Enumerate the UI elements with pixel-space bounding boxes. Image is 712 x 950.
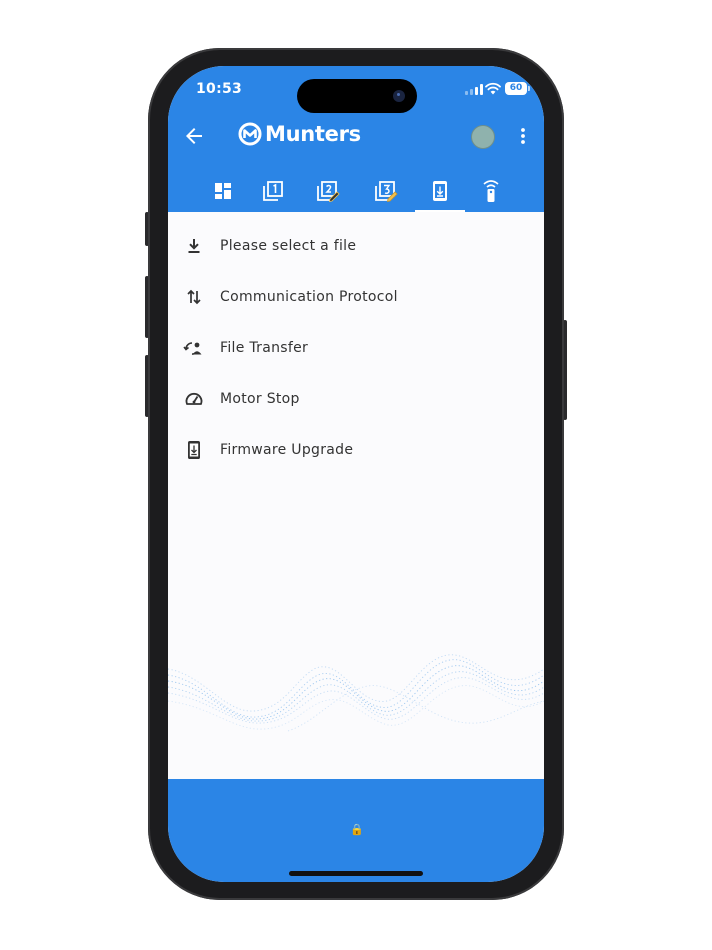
list-item-select-file[interactable]: Please select a file [168, 220, 544, 271]
wave-decoration [168, 654, 544, 732]
page-one-icon [263, 181, 283, 201]
app-header: 10:53 60 Munters [168, 66, 544, 212]
page-edit-icon [375, 181, 398, 202]
phone-download-icon [183, 439, 205, 461]
dashboard-icon [215, 183, 231, 199]
list-item-label: Please select a file [220, 237, 357, 254]
list-item-label: Communication Protocol [220, 288, 398, 305]
device-download-icon [433, 181, 447, 201]
status-time: 10:53 [196, 81, 243, 97]
swap-vert-icon [183, 286, 205, 308]
tab-dashboard[interactable] [198, 170, 248, 212]
dynamic-island [297, 79, 417, 113]
remote-control-icon [483, 180, 499, 202]
tab-remote-control[interactable] [466, 170, 516, 212]
list-item-motor-stop[interactable]: Motor Stop [168, 373, 544, 424]
battery-icon: 60 [505, 82, 530, 95]
brand-logo: Munters [238, 122, 361, 146]
lock-icon[interactable]: 🔒 [350, 823, 364, 836]
tab-page-one[interactable] [248, 170, 298, 212]
download-icon [183, 235, 205, 257]
munters-logo-icon [238, 122, 262, 146]
signal-icon [465, 84, 483, 95]
tab-page-edit[interactable] [361, 170, 411, 212]
list-item-label: Firmware Upgrade [220, 441, 354, 458]
tab-device-download[interactable] [415, 170, 465, 212]
wifi-icon [485, 82, 501, 95]
camera-icon [393, 90, 405, 102]
home-indicator[interactable] [289, 871, 423, 876]
speedometer-icon [183, 388, 205, 410]
list-item-label: Motor Stop [220, 390, 300, 407]
tab-page-two-edit[interactable] [303, 170, 353, 212]
screen: 10:53 60 Munters Please select a file Co… [168, 66, 544, 882]
list-item-communication-protocol[interactable]: Communication Protocol [168, 271, 544, 322]
brand-name: Munters [265, 122, 361, 146]
file-transfer-icon [183, 337, 205, 359]
list-item-firmware-upgrade[interactable]: Firmware Upgrade [168, 424, 544, 475]
page-two-edit-icon [317, 181, 340, 202]
list-item-label: File Transfer [220, 339, 309, 356]
connection-status-indicator[interactable] [471, 125, 495, 149]
more-vert-icon[interactable] [513, 126, 533, 146]
battery-level: 60 [509, 83, 523, 93]
list-item-file-transfer[interactable]: File Transfer [168, 322, 544, 373]
back-arrow-icon[interactable] [182, 124, 206, 148]
footer-bar: 🔒 [168, 779, 544, 882]
tab-bar [198, 170, 518, 212]
